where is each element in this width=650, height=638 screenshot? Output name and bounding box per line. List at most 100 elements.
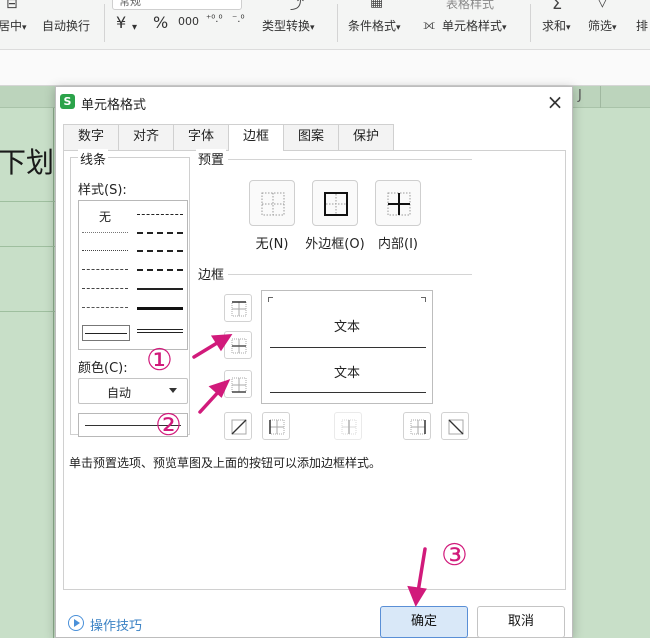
currency-button[interactable]: ¥	[116, 13, 126, 32]
line-style-option[interactable]	[137, 307, 183, 310]
tab-font[interactable]: 字体	[173, 124, 229, 150]
chevron-down-icon: ▾	[566, 23, 571, 33]
preset-inside-label: 内部(I)	[378, 237, 418, 252]
line-style-option[interactable]	[137, 269, 183, 271]
line-style-option[interactable]	[82, 307, 128, 308]
line-style-option[interactable]	[137, 214, 183, 215]
line-style-option[interactable]	[82, 288, 128, 289]
preview-text-bottom: 文本	[334, 366, 361, 381]
ok-button[interactable]: 确定	[380, 606, 468, 638]
border-bottom-button[interactable]	[224, 370, 252, 398]
line-style-option[interactable]	[82, 269, 128, 270]
tab-border[interactable]: 边框	[228, 124, 284, 151]
group-divider	[228, 159, 472, 160]
conditional-format-button[interactable]: 条件格式▾	[348, 17, 401, 34]
preset-none-button[interactable]	[249, 180, 295, 226]
number-format-select[interactable]: 常规	[112, 0, 242, 10]
border-inside-icon	[387, 192, 411, 216]
annotation-step-3: ③	[441, 538, 468, 573]
preview-bottom-border	[270, 392, 426, 393]
border-tab-panel: 线条 样式(S): 无 颜色(C): 自动 预置 无(N) 外边框(O) 内部(…	[63, 149, 566, 590]
decrease-decimal-button[interactable]: ⁻.⁰	[232, 14, 244, 25]
filter-label: 筛选	[588, 19, 613, 33]
convert-icon: ⤴	[290, 0, 304, 13]
dialog-title: 单元格格式	[81, 98, 147, 113]
border-top-icon	[231, 301, 247, 317]
chevron-down-icon: ▾	[310, 23, 315, 33]
play-circle-icon	[68, 615, 84, 631]
cell-style-label: 单元格样式	[442, 19, 503, 33]
wrap-text-button[interactable]: 自动换行	[42, 17, 90, 34]
preset-inside-button[interactable]	[375, 180, 421, 226]
border-right-button[interactable]	[403, 412, 431, 440]
tab-pattern[interactable]: 图案	[283, 124, 339, 150]
sum-button[interactable]: 求和▾	[542, 17, 571, 34]
sum-label: 求和	[542, 19, 567, 33]
increase-decimal-button[interactable]: ⁺⁰.⁰	[206, 14, 222, 25]
line-style-list[interactable]: 无	[78, 200, 188, 350]
merge-center-button[interactable]: 居中▾	[0, 17, 27, 34]
line-style-option[interactable]	[85, 333, 127, 334]
border-middle-vertical-button[interactable]	[334, 412, 362, 440]
chevron-down-icon: ▾	[132, 22, 138, 33]
border-group-label: 边框	[196, 264, 227, 283]
formula-bar[interactable]	[0, 50, 650, 86]
conditional-format-label: 条件格式	[348, 19, 397, 33]
ribbon-toolbar: 常规 ⊟ 居中▾ 自动换行 ¥ ▾ % 000 ⁺⁰.⁰ ⁻.⁰ ⤴ 类型转换▾…	[0, 0, 650, 50]
cell-style-icon: ⟗	[423, 17, 436, 33]
line-style-option[interactable]	[82, 250, 128, 251]
column-header-j[interactable]: J	[578, 88, 582, 103]
line-style-none[interactable]: 无	[93, 208, 117, 225]
border-top-button[interactable]	[224, 294, 252, 322]
line-style-option[interactable]	[137, 288, 183, 290]
grid-line	[0, 201, 60, 202]
cancel-button[interactable]: 取消	[477, 606, 565, 638]
chevron-down-icon: ▾	[396, 23, 401, 33]
merge-icon: ⊟	[6, 0, 18, 12]
chevron-down-icon: ▾	[502, 23, 507, 33]
style-label: 样式(S):	[76, 179, 129, 198]
cell-style-button[interactable]: 单元格样式▾	[442, 17, 507, 34]
border-none-icon	[261, 192, 285, 216]
cell-text[interactable]: 下划	[0, 141, 54, 181]
preset-outline-button[interactable]	[312, 180, 358, 226]
preview-corner-mark	[268, 297, 273, 302]
border-middle-vertical-icon	[341, 419, 357, 435]
line-style-option[interactable]	[137, 250, 183, 252]
color-value: 自动	[107, 386, 132, 400]
color-select[interactable]: 自动	[78, 378, 188, 404]
border-diagonal-down-button[interactable]	[441, 412, 469, 440]
preview-corner-mark	[421, 297, 426, 302]
border-diagonal-up-button[interactable]	[224, 412, 252, 440]
line-style-option[interactable]	[137, 329, 183, 333]
percent-button[interactable]: %	[153, 13, 168, 32]
border-diagonal-up-icon	[231, 419, 247, 435]
conditional-format-icon: ▦	[370, 0, 384, 10]
tab-number[interactable]: 数字	[63, 124, 119, 150]
thousands-button[interactable]: 000	[178, 15, 199, 28]
ribbon-separator	[530, 4, 531, 42]
sum-icon: Σ	[552, 0, 563, 13]
border-diagonal-down-icon	[448, 419, 464, 435]
tab-protection[interactable]: 保护	[338, 124, 394, 150]
ribbon-separator	[337, 4, 338, 42]
border-bottom-icon	[231, 377, 247, 393]
app-logo-icon: S	[60, 94, 75, 109]
grid-line	[53, 108, 54, 638]
close-button[interactable]: ×	[543, 91, 567, 115]
group-divider	[228, 274, 472, 275]
color-label: 颜色(C):	[76, 357, 130, 376]
border-left-button[interactable]	[262, 412, 290, 440]
type-convert-button[interactable]: 类型转换▾	[262, 17, 315, 34]
sort-button[interactable]: 排	[636, 17, 648, 34]
dialog-titlebar[interactable]: S 单元格格式 ×	[56, 87, 572, 119]
line-style-option[interactable]	[137, 232, 183, 234]
filter-button[interactable]: 筛选▾	[588, 17, 617, 34]
border-middle-horizontal-button[interactable]	[224, 331, 252, 359]
tab-alignment[interactable]: 对齐	[118, 124, 174, 150]
table-style-button[interactable]: 表格样式	[446, 0, 494, 12]
line-style-option[interactable]	[82, 232, 128, 233]
tips-label: 操作技巧	[90, 619, 143, 634]
grid-line	[0, 311, 60, 312]
border-preview-area[interactable]: 文本 文本	[261, 290, 433, 404]
